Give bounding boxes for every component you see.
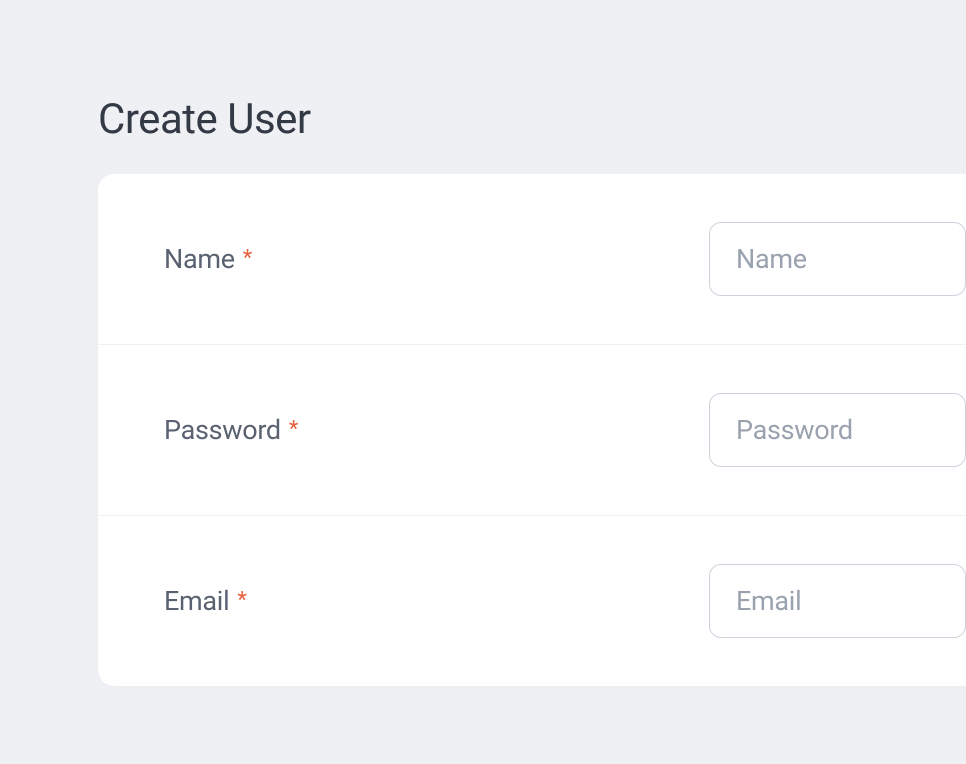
email-input-wrapper — [709, 564, 966, 638]
email-input[interactable] — [709, 564, 966, 638]
password-label: Password — [164, 414, 281, 446]
name-field-row: Name * — [98, 174, 966, 345]
password-input-wrapper — [709, 393, 966, 467]
page-title: Create User — [98, 95, 966, 144]
password-field-row: Password * — [98, 345, 966, 516]
name-label-wrapper: Name * — [164, 243, 709, 275]
name-label: Name — [164, 243, 235, 275]
name-input-wrapper — [709, 222, 966, 296]
name-input[interactable] — [709, 222, 966, 296]
create-user-page: Create User Name * Password * Ema — [0, 0, 966, 686]
email-field-row: Email * — [98, 516, 966, 686]
required-marker: * — [289, 417, 298, 442]
required-marker: * — [237, 588, 246, 613]
password-input[interactable] — [709, 393, 966, 467]
create-user-form: Name * Password * Email * — [98, 174, 966, 686]
email-label-wrapper: Email * — [164, 585, 709, 617]
password-label-wrapper: Password * — [164, 414, 709, 446]
email-label: Email — [164, 585, 229, 617]
required-marker: * — [243, 246, 252, 271]
